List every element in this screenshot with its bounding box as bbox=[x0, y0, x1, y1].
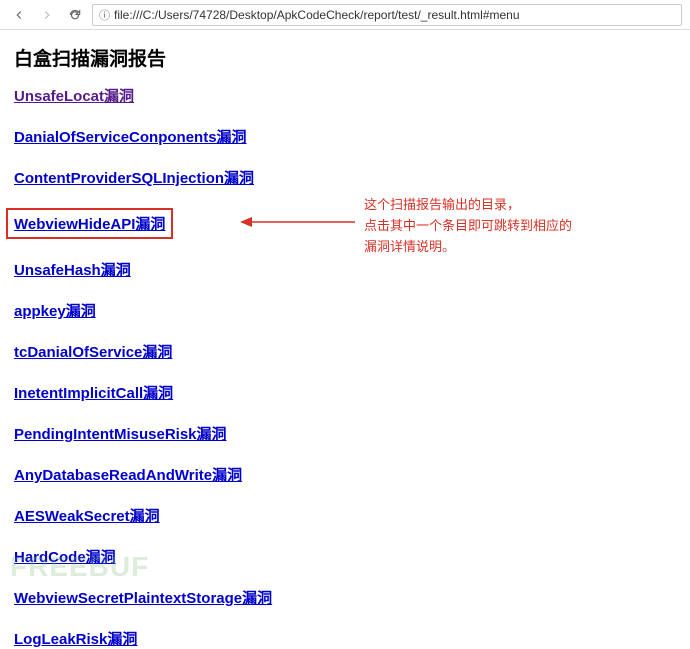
link-item: LogLeakRisk漏洞 bbox=[14, 628, 676, 649]
link-item: UnsafeLocat漏洞 bbox=[14, 85, 676, 106]
link-item: PendingIntentMisuseRisk漏洞 bbox=[14, 423, 676, 444]
vulnerability-link[interactable]: AESWeakSecret漏洞 bbox=[14, 508, 160, 525]
info-icon: ⓘ bbox=[99, 7, 110, 23]
link-item: AESWeakSecret漏洞 bbox=[14, 505, 676, 526]
vulnerability-link[interactable]: WebviewHideAPI漏洞 bbox=[14, 216, 165, 233]
vulnerability-link[interactable]: UnsafeLocat漏洞 bbox=[14, 88, 134, 105]
link-item: tcDanialOfService漏洞 bbox=[14, 341, 676, 362]
vulnerability-link[interactable]: DanialOfServiceConponents漏洞 bbox=[14, 129, 247, 146]
vulnerability-link[interactable]: tcDanialOfService漏洞 bbox=[14, 344, 172, 361]
vulnerability-link[interactable]: WebviewSecretPlaintextStorage漏洞 bbox=[14, 590, 272, 607]
link-item: DanialOfServiceConponents漏洞 bbox=[14, 126, 676, 147]
link-item: InetentImplicitCall漏洞 bbox=[14, 382, 676, 403]
link-item: UnsafeHash漏洞 bbox=[14, 259, 676, 280]
back-button[interactable] bbox=[8, 4, 30, 26]
watermark: FREEBUF bbox=[10, 551, 149, 583]
link-item: appkey漏洞 bbox=[14, 300, 676, 321]
link-item: WebviewSecretPlaintextStorage漏洞 bbox=[14, 587, 676, 608]
vulnerability-link[interactable]: LogLeakRisk漏洞 bbox=[14, 631, 137, 648]
link-item: ContentProviderSQLInjection漏洞 bbox=[14, 167, 676, 188]
browser-toolbar: ⓘ file:///C:/Users/74728/Desktop/ApkCode… bbox=[0, 0, 690, 30]
forward-button[interactable] bbox=[36, 4, 58, 26]
page-title: 白盒扫描漏洞报告 bbox=[14, 44, 676, 71]
link-item: AnyDatabaseReadAndWrite漏洞 bbox=[14, 464, 676, 485]
vulnerability-link[interactable]: ContentProviderSQLInjection漏洞 bbox=[14, 170, 254, 187]
url-text: file:///C:/Users/74728/Desktop/ApkCodeCh… bbox=[114, 8, 675, 22]
vulnerability-link[interactable]: InetentImplicitCall漏洞 bbox=[14, 385, 173, 402]
vulnerability-link[interactable]: appkey漏洞 bbox=[14, 303, 96, 320]
vulnerability-link[interactable]: PendingIntentMisuseRisk漏洞 bbox=[14, 426, 227, 443]
link-item: WebviewHideAPI漏洞 bbox=[14, 208, 676, 239]
vulnerability-link[interactable]: AnyDatabaseReadAndWrite漏洞 bbox=[14, 467, 242, 484]
reload-button[interactable] bbox=[64, 4, 86, 26]
url-bar[interactable]: ⓘ file:///C:/Users/74728/Desktop/ApkCode… bbox=[92, 4, 682, 26]
vulnerability-link[interactable]: UnsafeHash漏洞 bbox=[14, 262, 131, 279]
